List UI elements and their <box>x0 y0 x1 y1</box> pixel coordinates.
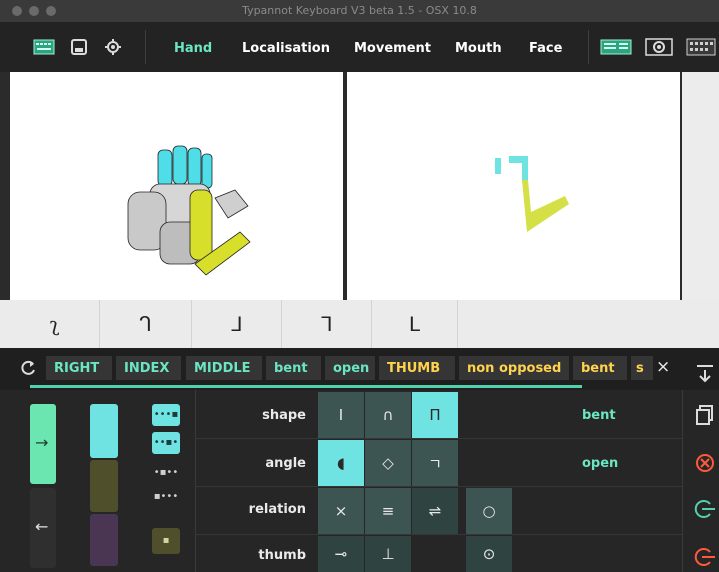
finger-select-ring-icon[interactable]: •▪•• <box>152 462 180 484</box>
relation-cross-button[interactable]: × <box>318 488 364 534</box>
shape-value: bent <box>582 408 616 423</box>
window-title: Typannot Keyboard V3 beta 1.5 - OSX 10.8 <box>242 4 477 17</box>
gear-icon[interactable] <box>104 38 122 56</box>
tag-index[interactable]: INDEX <box>116 356 181 380</box>
tag-non-opposed[interactable]: non opposed <box>459 356 569 380</box>
tab-mouth[interactable]: Mouth <box>455 41 502 56</box>
relation-swap-button[interactable]: ⇌ <box>412 488 458 534</box>
finger-select-index-icon[interactable]: •••▪ <box>152 404 180 426</box>
exit-icon[interactable] <box>694 498 716 520</box>
relation-circle-button[interactable]: ○ <box>466 488 512 534</box>
row-divider <box>195 486 682 487</box>
finger-swatch-purple[interactable] <box>90 514 118 566</box>
toolbar-divider <box>588 30 589 64</box>
refresh-icon[interactable] <box>18 358 38 378</box>
glyph-item[interactable]: ᒣ <box>282 300 372 348</box>
exit-all-icon[interactable] <box>694 546 716 568</box>
glyph-item[interactable]: ᒧ <box>192 300 282 348</box>
cancel-icon[interactable] <box>694 452 716 474</box>
angle-open-button[interactable]: ◖ <box>318 440 364 486</box>
row-divider <box>195 438 682 439</box>
tag-right[interactable]: RIGHT <box>46 356 112 380</box>
thumb-circle-button[interactable]: ⊙ <box>466 536 512 572</box>
viewport-side-strip <box>682 72 719 300</box>
grid-view-icon[interactable] <box>686 38 716 56</box>
glyph-3d-viewport[interactable] <box>347 72 680 300</box>
prev-arrow-button[interactable]: ← <box>30 488 56 568</box>
shape-bent-button[interactable]: Π <box>412 392 458 438</box>
tag-truncated[interactable]: s <box>631 356 653 380</box>
tab-movement[interactable]: Movement <box>354 41 431 56</box>
glyph-3d-model <box>495 156 569 232</box>
row-divider <box>195 534 682 535</box>
glyph-item[interactable]: ʅ <box>10 300 100 348</box>
glyph-sequence-bar: ʅ ᒉ ᒧ ᒣ ᒪ <box>0 300 719 348</box>
side-divider <box>682 390 683 572</box>
collapse-icon[interactable] <box>694 362 716 384</box>
angle-mid-button[interactable]: ◇ <box>365 440 411 486</box>
selection-tag-bar: RIGHT INDEX MIDDLE bent open THUMB non o… <box>0 348 719 390</box>
copy-icon[interactable] <box>694 404 716 426</box>
tab-hand[interactable]: Hand <box>174 41 212 56</box>
row-label-thumb: thumb <box>258 548 306 563</box>
thumb-under-button[interactable]: ⊥ <box>365 536 411 572</box>
panel-divider <box>195 390 196 572</box>
table-layout-icon[interactable] <box>600 38 632 56</box>
thumb-side-button[interactable]: ⊸ <box>318 536 364 572</box>
tab-face[interactable]: Face <box>529 41 562 56</box>
arrow-left-icon: ← <box>35 517 49 536</box>
top-toolbar: Hand Localisation Movement Mouth Face <box>0 22 719 72</box>
tag-middle[interactable]: MIDDLE <box>186 356 262 380</box>
thumb-select-icon[interactable]: ▪ <box>152 528 180 554</box>
row-label-angle: angle <box>265 456 306 471</box>
save-icon[interactable] <box>70 38 88 56</box>
shape-round-button[interactable]: ∩ <box>365 392 411 438</box>
camera-icon[interactable] <box>645 38 673 56</box>
finger-select-little-icon[interactable]: ▪••• <box>152 486 180 508</box>
arrow-right-icon: → <box>35 433 49 452</box>
finger-swatch-cyan[interactable] <box>90 404 118 458</box>
angle-closed-button[interactable]: ㄱ <box>412 440 458 486</box>
tag-bent-thumb[interactable]: bent <box>573 356 627 380</box>
toolbar-divider <box>145 30 146 64</box>
glyph-item[interactable]: ᒪ <box>372 300 458 348</box>
row-label-relation: relation <box>248 502 306 517</box>
tag-open[interactable]: open <box>325 356 375 380</box>
clear-tags-button[interactable]: × <box>656 357 670 377</box>
keyboard-icon[interactable] <box>33 38 55 56</box>
tag-bent[interactable]: bent <box>266 356 321 380</box>
tag-scroll-indicator <box>30 385 582 388</box>
shape-straight-button[interactable]: I <box>318 392 364 438</box>
tab-localisation[interactable]: Localisation <box>242 41 330 56</box>
hand-3d-model <box>127 145 251 276</box>
angle-value: open <box>582 456 619 471</box>
hand-3d-viewport[interactable] <box>10 72 343 300</box>
row-label-shape: shape <box>262 408 306 423</box>
tag-thumb[interactable]: THUMB <box>379 356 455 380</box>
relation-stacked-button[interactable]: ≡ <box>365 488 411 534</box>
finger-select-middle-icon[interactable]: ••▪• <box>152 432 180 454</box>
next-arrow-button[interactable]: → <box>30 404 56 484</box>
title-bar: Typannot Keyboard V3 beta 1.5 - OSX 10.8 <box>0 0 719 22</box>
finger-swatch-olive[interactable] <box>90 460 118 512</box>
glyph-item[interactable]: ᒉ <box>100 300 192 348</box>
